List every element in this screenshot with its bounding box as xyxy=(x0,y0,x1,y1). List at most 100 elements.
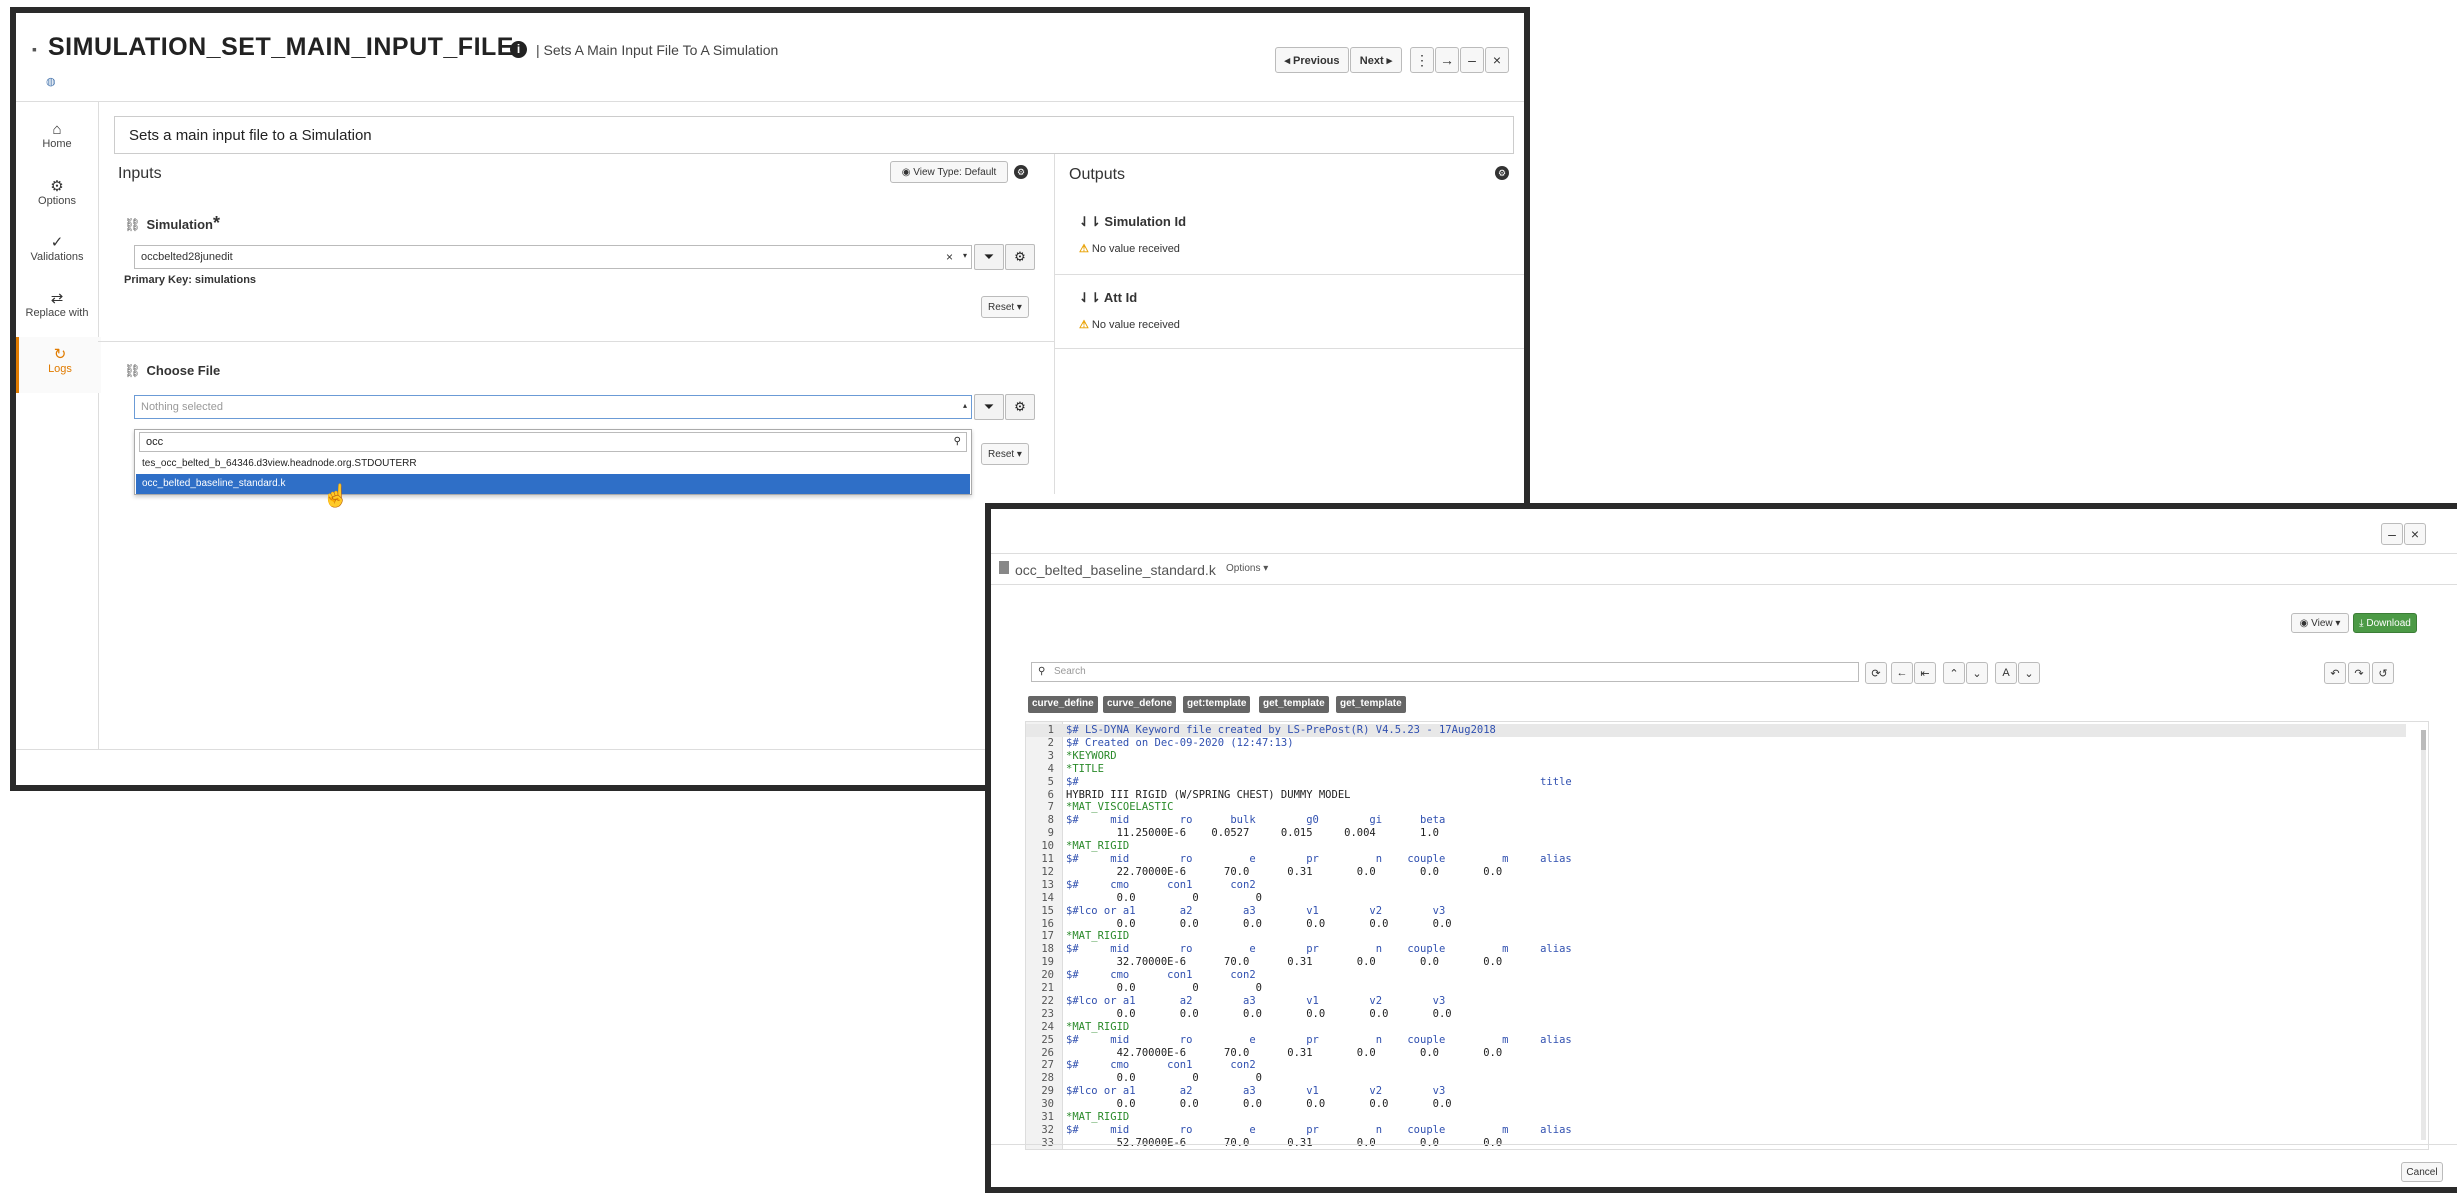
tag-chip[interactable]: curve_defone xyxy=(1103,696,1177,713)
scrollbar[interactable] xyxy=(2421,730,2426,1140)
inputs-heading: Inputs xyxy=(118,165,162,182)
filter-icon[interactable]: ⏷ xyxy=(974,244,1004,270)
dropdown-option[interactable]: tes_occ_belted_b_64346.d3view.headnode.o… xyxy=(136,454,970,474)
code-line: 26 42.70000E-6 70.0 0.31 0.0 0.0 0.0 xyxy=(1026,1047,2406,1060)
code-text: $# LS-DYNA Keyword file created by LS-Pr… xyxy=(1066,724,1496,736)
code-text: *MAT_RIGID xyxy=(1066,1111,1130,1123)
code-text: $# Created on Dec-09-2020 (12:47:13) xyxy=(1066,736,1294,749)
tag-chip[interactable]: get:template xyxy=(1183,696,1251,713)
previous-button[interactable]: ◂ Previous xyxy=(1275,47,1349,73)
choose-file-select[interactable]: Nothing selected ▴ xyxy=(134,395,972,419)
code-text: *KEYWORD xyxy=(1066,749,1117,762)
dropdown-search-input[interactable]: occ ⚲ xyxy=(139,432,967,452)
code-line: 24 *MAT_RIGID xyxy=(1026,1021,2406,1034)
code-line: 9 11.25000E-6 0.0527 0.015 0.004 1.0 xyxy=(1026,827,2406,840)
code-editor[interactable]: 1 $# LS-DYNA Keyword file created by LS-P… xyxy=(1025,721,2429,1150)
arrow-left-icon[interactable]: ← xyxy=(1891,662,1913,684)
eye-icon: ◉ xyxy=(901,166,914,178)
code-line: 16 0.0 0.0 0.0 0.0 0.0 0.0 xyxy=(1026,918,2406,931)
code-line: 4 *TITLE xyxy=(1026,763,2406,776)
arrow-left-end-icon[interactable]: ⇤ xyxy=(1914,662,1936,684)
chevron-double-down-icon[interactable]: ⌄ xyxy=(2018,662,2040,684)
output-status: ⚠ No value received xyxy=(1079,243,1180,255)
reset-button[interactable]: Reset ▾ xyxy=(981,443,1029,465)
code-line: 23 0.0 0.0 0.0 0.0 0.0 0.0 xyxy=(1026,1008,2406,1021)
inputs-settings-icon[interactable]: ⚙ xyxy=(1014,165,1028,179)
gear-icon[interactable]: ⚙ xyxy=(1005,394,1035,420)
code-line: 1 $# LS-DYNA Keyword file created by LS-P… xyxy=(1026,724,2406,737)
sidebar-item-home[interactable]: ⌂ Home xyxy=(16,113,98,169)
info-icon[interactable]: i xyxy=(510,41,527,58)
refresh-icon[interactable]: ⟳ xyxy=(1865,662,1887,684)
line-number: 31 xyxy=(1041,1111,1054,1123)
code-line: 20 $# cmo con1 con2 xyxy=(1026,969,2406,982)
search-input[interactable]: ⚲ Search xyxy=(1031,662,1859,682)
gear-icon[interactable]: ⚙ xyxy=(1005,244,1035,270)
reset-button[interactable]: Reset ▾ xyxy=(981,296,1029,318)
simulation-select[interactable]: occbelted28junedit × ▾ xyxy=(134,245,972,269)
line-number: 20 xyxy=(1041,969,1054,982)
more-icon[interactable]: ⋮ xyxy=(1410,47,1434,73)
output-label: ⇃⇂ Att Id xyxy=(1079,290,1138,305)
font-size-icon[interactable]: A xyxy=(1995,662,2017,684)
sidebar-item-validations[interactable]: ✓ Validations xyxy=(16,225,98,281)
simulation-value: occbelted28junedit xyxy=(141,251,233,263)
code-line: 17 *MAT_RIGID xyxy=(1026,930,2406,943)
divider xyxy=(98,341,1054,342)
tag-chip[interactable]: get_template xyxy=(1336,696,1406,713)
close-button[interactable]: × xyxy=(1485,47,1509,73)
filter-icon[interactable]: ⏷ xyxy=(974,394,1004,420)
collapse-up-icon[interactable]: ⌃ xyxy=(1943,662,1965,684)
sidebar-item-logs[interactable]: ↻ Logs xyxy=(16,337,101,393)
reset-icon[interactable]: ↺ xyxy=(2372,662,2394,684)
code-text: *TITLE xyxy=(1066,762,1104,775)
choose-file-placeholder: Nothing selected xyxy=(141,401,223,413)
line-number: 21 xyxy=(1041,982,1054,994)
code-text: $#lco or a1 a2 a3 v1 v2 v3 xyxy=(1066,904,1446,917)
minimize-button[interactable]: – xyxy=(1460,47,1484,73)
warning-icon: ⚠ xyxy=(1079,319,1089,331)
expand-down-icon[interactable]: ⌄ xyxy=(1966,662,1988,684)
cancel-button[interactable]: Cancel xyxy=(2401,1162,2443,1182)
description-field[interactable]: Sets a main input file to a Simulation xyxy=(114,116,1514,154)
sidebar-item-options[interactable]: ⚙ Options xyxy=(16,169,98,225)
choose-file-label: ⛓ Choose File xyxy=(124,363,221,378)
divider xyxy=(1055,274,1524,275)
close-button[interactable]: × xyxy=(2404,523,2426,545)
download-button[interactable]: ⤓ Download xyxy=(2353,613,2417,633)
next-button[interactable]: Next ▸ xyxy=(1350,47,1402,73)
code-line: 2 $# Created on Dec-09-2020 (12:47:13) xyxy=(1026,737,2406,750)
dropdown-option-selected[interactable]: occ_belted_baseline_standard.k xyxy=(136,474,970,494)
outputs-settings-icon[interactable]: ⚙ xyxy=(1495,166,1509,180)
tag-chip[interactable]: get_template xyxy=(1259,696,1329,713)
outputs-heading: Outputs xyxy=(1069,166,1126,183)
code-text: *MAT_VISCOELASTIC xyxy=(1066,801,1174,814)
forward-arrow-icon[interactable]: → xyxy=(1435,47,1459,73)
line-number: 2 xyxy=(1047,736,1054,749)
line-number: 9 xyxy=(1047,827,1054,840)
sidebar-item-replace-with[interactable]: ⇄ Replace with xyxy=(16,281,98,337)
database-icon[interactable]: ◍ xyxy=(46,75,56,88)
line-number: 12 xyxy=(1041,865,1054,878)
line-number: 19 xyxy=(1041,956,1054,969)
line-number: 30 xyxy=(1041,1098,1054,1111)
clear-icon[interactable]: × xyxy=(946,250,953,264)
undo-icon[interactable]: ↶ xyxy=(2324,662,2346,684)
code-line: 8 $# mid ro bulk g0 gi beta xyxy=(1026,814,2406,827)
simulation-label: ⛓ Simulation* xyxy=(124,213,220,233)
redo-icon[interactable]: ↷ xyxy=(2348,662,2370,684)
view-button[interactable]: ◉ View ▾ xyxy=(2291,613,2349,633)
options-menu[interactable]: Options ▾ xyxy=(1226,563,1268,574)
code-line: 28 0.0 0 0 xyxy=(1026,1072,2406,1085)
line-number: 28 xyxy=(1041,1072,1054,1085)
line-number: 4 xyxy=(1047,762,1054,775)
footer xyxy=(991,1144,2457,1187)
code-text: $# cmo con1 con2 xyxy=(1066,969,1256,982)
chevron-up-icon[interactable]: ▴ xyxy=(963,401,967,410)
code-text: *MAT_RIGID xyxy=(1066,930,1130,943)
chevron-down-icon[interactable]: ▾ xyxy=(963,251,967,260)
scrollbar-thumb[interactable] xyxy=(2421,730,2426,750)
view-type-button[interactable]: ◉ View Type: Default xyxy=(890,161,1008,183)
minimize-button[interactable]: – xyxy=(2381,523,2403,545)
tag-chip[interactable]: curve_define xyxy=(1028,696,1098,713)
